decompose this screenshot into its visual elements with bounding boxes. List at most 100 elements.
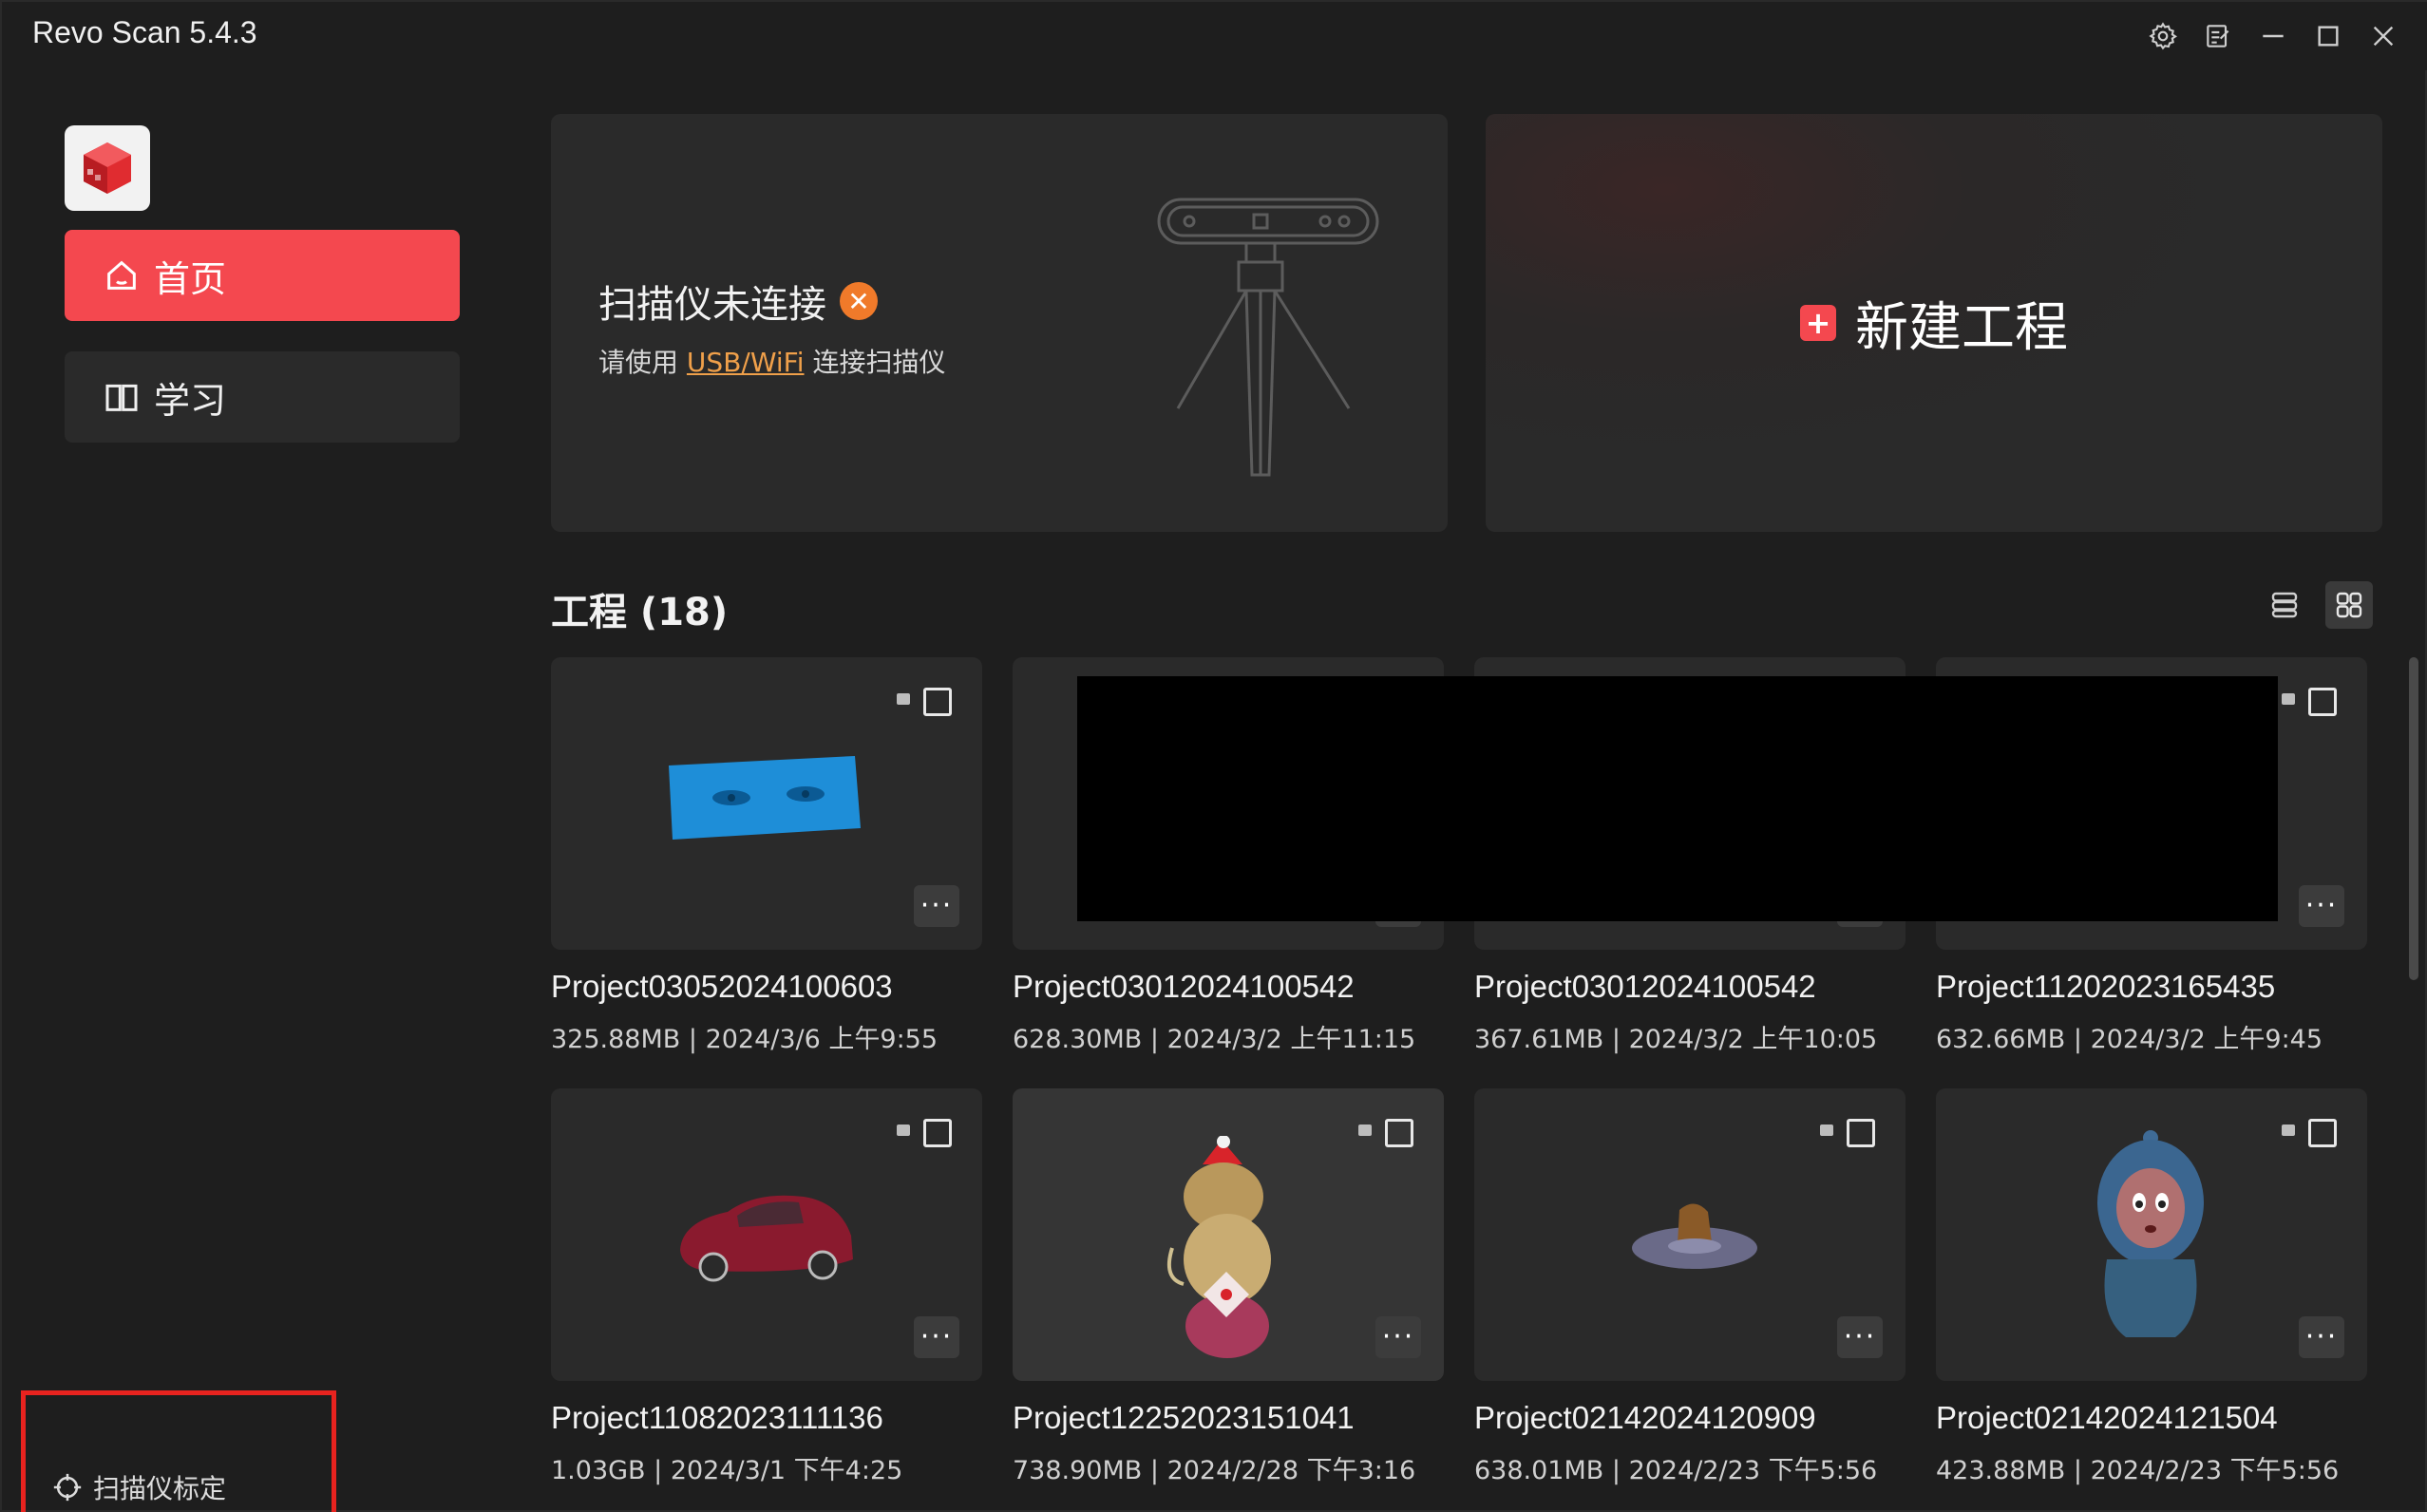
project-thumbnail[interactable]: ···	[551, 657, 982, 950]
project-size: 367.61MB	[1474, 1025, 1604, 1054]
list-view-icon	[2271, 592, 2298, 618]
view-toggle	[2261, 581, 2373, 629]
project-meta: 738.90MB | 2024/2/28 下午3:16	[1013, 1456, 1416, 1485]
project-date: 2024/3/6 上午9:55	[705, 1025, 939, 1054]
select-checkbox[interactable]	[2308, 1119, 2337, 1147]
project-meta: 638.01MB | 2024/2/23 下午5:56	[1474, 1456, 1878, 1485]
project-date: 2024/3/2 上午9:45	[2090, 1025, 2323, 1054]
scan-mode-icon	[897, 1125, 910, 1136]
project-name: Project03012024100542	[1013, 969, 1355, 1004]
scanner-tripod-illustration	[1157, 198, 1379, 477]
home-icon	[107, 260, 136, 290]
scanner-calibration-link[interactable]: 扫描仪标定	[51, 1468, 226, 1506]
scan-mode-icon	[1820, 1125, 1833, 1136]
project-date: 2024/2/23 下午5:56	[2090, 1456, 2340, 1485]
vertical-scrollbar[interactable]	[2409, 657, 2418, 980]
more-options-button[interactable]: ···	[2299, 885, 2344, 927]
disconnected-icon: ✕	[840, 282, 878, 320]
project-size: 738.90MB	[1013, 1456, 1143, 1485]
title-bar: Revo Scan 5.4.3	[2, 2, 2427, 70]
project-date: 2024/2/28 下午3:16	[1166, 1456, 1416, 1485]
more-options-button[interactable]: ···	[1837, 1316, 1883, 1358]
scanner-status-title: 扫描仪未连接	[598, 283, 826, 327]
more-options-button[interactable]: ···	[1375, 1316, 1421, 1358]
minimize-icon[interactable]	[2256, 19, 2290, 53]
select-checkbox[interactable]	[2308, 688, 2337, 716]
project-size: 423.88MB	[1936, 1456, 2066, 1485]
project-card[interactable]: ··· Project02142024121504 423.88MB | 202…	[1936, 1088, 2367, 1486]
select-checkbox[interactable]	[1385, 1119, 1413, 1147]
more-options-button[interactable]: ···	[2299, 1316, 2344, 1358]
project-thumbnail[interactable]: ···	[1936, 1088, 2367, 1381]
new-project-card[interactable]: + 新建工程	[1486, 114, 2382, 532]
sidebar-item-label: 学习	[154, 379, 227, 422]
calibration-label: 扫描仪标定	[93, 1473, 227, 1504]
book-icon	[105, 384, 138, 411]
face-scan-model	[669, 756, 861, 840]
projects-title: 工程 (18)	[551, 591, 729, 634]
notes-icon[interactable]	[2201, 19, 2235, 53]
project-meta: 632.66MB | 2024/3/2 上午9:45	[1936, 1025, 2323, 1054]
window-controls	[2146, 19, 2400, 53]
doll-scan-model	[2097, 1130, 2204, 1337]
project-meta: 1.03GB | 2024/3/1 下午4:25	[551, 1456, 903, 1485]
grid-view-icon	[2336, 592, 2362, 618]
usb-wifi-link[interactable]: USB/WiFi	[687, 347, 805, 378]
sidebar-item-learn[interactable]: 学习	[65, 351, 460, 443]
scan-mode-icon	[2282, 1125, 2295, 1136]
project-name: Project03052024100603	[551, 969, 893, 1004]
app-logo	[65, 125, 150, 211]
project-name: Project11082023111136	[551, 1400, 883, 1435]
more-options-button[interactable]: ···	[914, 885, 959, 927]
grid-view-button[interactable]	[2325, 581, 2373, 629]
project-name: Project11202023165435	[1936, 969, 2276, 1004]
project-card[interactable]: ··· Project03052024100603 325.88MB | 202…	[551, 657, 982, 1055]
project-date: 2024/3/2 上午11:15	[1166, 1025, 1416, 1054]
project-card[interactable]: ··· Project11082023111136 1.03GB | 2024/…	[551, 1088, 982, 1486]
crosshair-icon	[53, 1473, 82, 1502]
gear-icon[interactable]	[2146, 19, 2180, 53]
plus-icon: +	[1800, 305, 1836, 341]
sidebar-item-label: 首页	[154, 257, 227, 300]
project-name: Project12252023151041	[1013, 1400, 1355, 1435]
car-scan-model	[680, 1195, 853, 1282]
select-checkbox[interactable]	[923, 688, 952, 716]
select-checkbox[interactable]	[1847, 1119, 1875, 1147]
close-icon[interactable]	[2366, 19, 2400, 53]
project-card[interactable]: ··· Project12252023151041 738.90MB | 202…	[1013, 1088, 1444, 1486]
list-view-button[interactable]	[2261, 581, 2308, 629]
sidebar: 首页 学习 扫描仪标定	[2, 70, 496, 1512]
hint-suffix: 连接扫描仪	[812, 347, 946, 378]
project-name: Project02142024120909	[1474, 1400, 1816, 1435]
project-meta: 628.30MB | 2024/3/2 上午11:15	[1013, 1025, 1416, 1054]
project-date: 2024/2/23 下午5:56	[1628, 1456, 1878, 1485]
maximize-icon[interactable]	[2311, 19, 2345, 53]
project-meta: 423.88MB | 2024/2/23 下午5:56	[1936, 1456, 2340, 1485]
project-size: 325.88MB	[551, 1025, 681, 1054]
new-project-label: 新建工程	[1855, 296, 2068, 359]
project-name: Project02142024121504	[1936, 1400, 2278, 1435]
select-checkbox[interactable]	[923, 1119, 952, 1147]
scanner-status: 扫描仪未连接 ✕	[598, 274, 878, 329]
more-options-button[interactable]: ···	[914, 1316, 959, 1358]
project-meta: 367.61MB | 2024/3/2 上午10:05	[1474, 1025, 1878, 1054]
project-name: Project03012024100542	[1474, 969, 1816, 1004]
project-size: 1.03GB	[551, 1456, 646, 1485]
scan-mode-icon	[2282, 693, 2295, 705]
app-title: Revo Scan 5.4.3	[32, 15, 257, 49]
project-date: 2024/3/2 上午10:05	[1628, 1025, 1878, 1054]
new-project-button[interactable]: + 新建工程	[1800, 285, 2068, 362]
redacted-region	[1077, 676, 2278, 921]
project-size: 638.01MB	[1474, 1456, 1604, 1485]
scan-mode-icon	[897, 693, 910, 705]
project-thumbnail[interactable]: ···	[1474, 1088, 1906, 1381]
project-thumbnail[interactable]: ···	[551, 1088, 982, 1381]
project-date: 2024/3/1 下午4:25	[670, 1456, 903, 1485]
scan-mode-icon	[1358, 1125, 1372, 1136]
project-thumbnail[interactable]: ···	[1013, 1088, 1444, 1381]
scanner-status-card: 扫描仪未连接 ✕ 请使用 USB/WiFi 连接扫描仪	[551, 114, 1448, 532]
sidebar-item-home[interactable]: 首页	[65, 230, 460, 321]
app-window: Revo Scan 5.4.3 首页 学习 扫描仪标定 扫描仪未连接 ✕ 请使用…	[0, 0, 2427, 1512]
project-card[interactable]: ··· Project02142024120909 638.01MB | 202…	[1474, 1088, 1906, 1486]
project-size: 628.30MB	[1013, 1025, 1143, 1054]
